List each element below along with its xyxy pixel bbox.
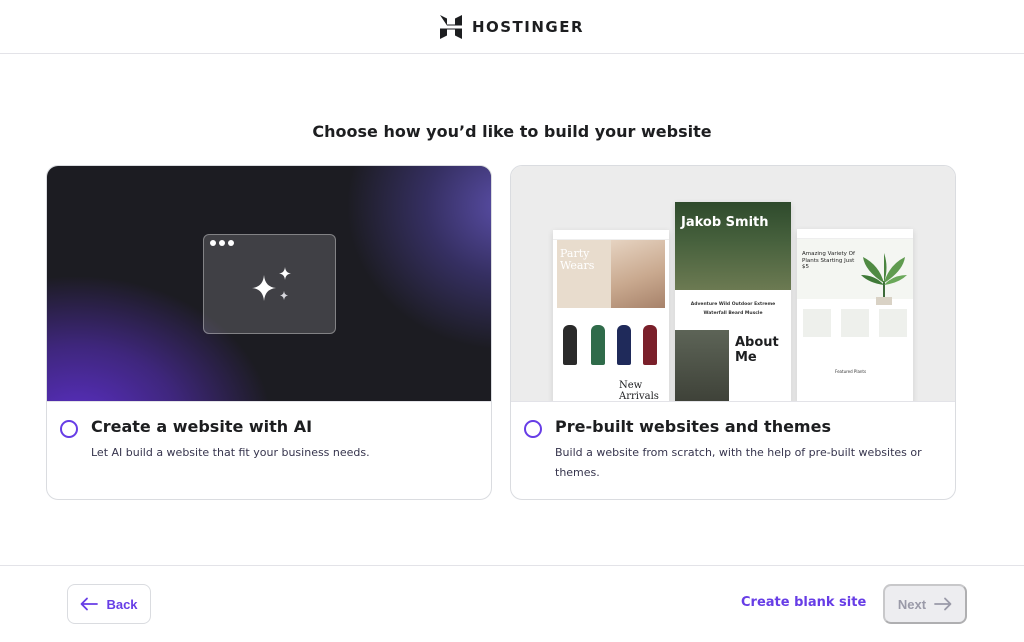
preview-tags: Adventure Wild Outdoor Extreme Waterfall… bbox=[690, 302, 776, 316]
preview-hero-text: Jakob Smith bbox=[681, 215, 769, 230]
product-image bbox=[879, 309, 907, 337]
option-description: Build a website from scratch, with the h… bbox=[555, 446, 922, 479]
radio-button-ai[interactable] bbox=[60, 420, 78, 438]
product-image bbox=[643, 325, 657, 365]
option-card-ai[interactable]: Create a website with AI Let AI build a … bbox=[46, 165, 492, 500]
product-image bbox=[617, 325, 631, 365]
option-card-body: Pre-built websites and themes Build a we… bbox=[511, 401, 955, 499]
preview-section-text: New Arrivals bbox=[619, 380, 659, 401]
fashion-theme-preview: Party Wears New Arrivals bbox=[553, 230, 669, 401]
option-description: Let AI build a website that fit your bus… bbox=[91, 446, 370, 459]
product-image bbox=[841, 309, 869, 337]
preview-hero-text: Amazing Variety Of Plants Starting Just … bbox=[802, 251, 855, 270]
sparkles-icon bbox=[252, 267, 291, 301]
browser-window-illustration bbox=[203, 234, 336, 334]
create-blank-site-link[interactable]: Create blank site bbox=[741, 595, 866, 610]
product-image bbox=[803, 309, 831, 337]
plant-illustration bbox=[861, 253, 907, 305]
arrow-right-icon bbox=[934, 597, 952, 611]
plants-theme-preview: Amazing Variety Of Plants Starting Just … bbox=[797, 229, 913, 401]
option-card-body: Create a website with AI Let AI build a … bbox=[47, 401, 491, 499]
brand-name: HOSTINGER bbox=[471, 17, 585, 36]
preview-section-text: Featured Plants bbox=[835, 369, 867, 374]
ai-illustration bbox=[47, 166, 491, 401]
back-button[interactable]: Back bbox=[67, 584, 151, 624]
product-image bbox=[591, 325, 605, 365]
next-button-label: Next bbox=[897, 596, 927, 612]
page-title: Choose how you’d like to build your webs… bbox=[312, 122, 712, 141]
back-button-label: Back bbox=[106, 596, 138, 612]
product-image bbox=[563, 325, 577, 365]
option-title: Pre-built websites and themes bbox=[555, 417, 831, 436]
hostinger-logo-icon bbox=[439, 14, 462, 39]
personal-theme-preview: Jakob Smith Adventure Wild Outdoor Extre… bbox=[675, 202, 791, 401]
bottom-bar: Back Create blank site Next bbox=[0, 565, 1024, 642]
about-photo bbox=[675, 330, 729, 401]
model-photo bbox=[611, 240, 665, 308]
arrow-left-icon bbox=[81, 597, 99, 611]
option-title: Create a website with AI bbox=[91, 417, 313, 436]
preview-hero-text: Party Wears bbox=[560, 247, 595, 272]
top-bar: HOSTINGER bbox=[0, 0, 1024, 54]
preview-section-text: About Me bbox=[735, 335, 779, 365]
radio-button-themes[interactable] bbox=[524, 420, 542, 438]
option-card-themes[interactable]: Party Wears New Arrivals Jakob Smith Adv… bbox=[510, 165, 956, 500]
hero-photo: Jakob Smith bbox=[675, 202, 791, 290]
next-button[interactable]: Next bbox=[883, 584, 967, 624]
window-dots bbox=[210, 240, 234, 246]
themes-preview: Party Wears New Arrivals Jakob Smith Adv… bbox=[511, 166, 955, 401]
